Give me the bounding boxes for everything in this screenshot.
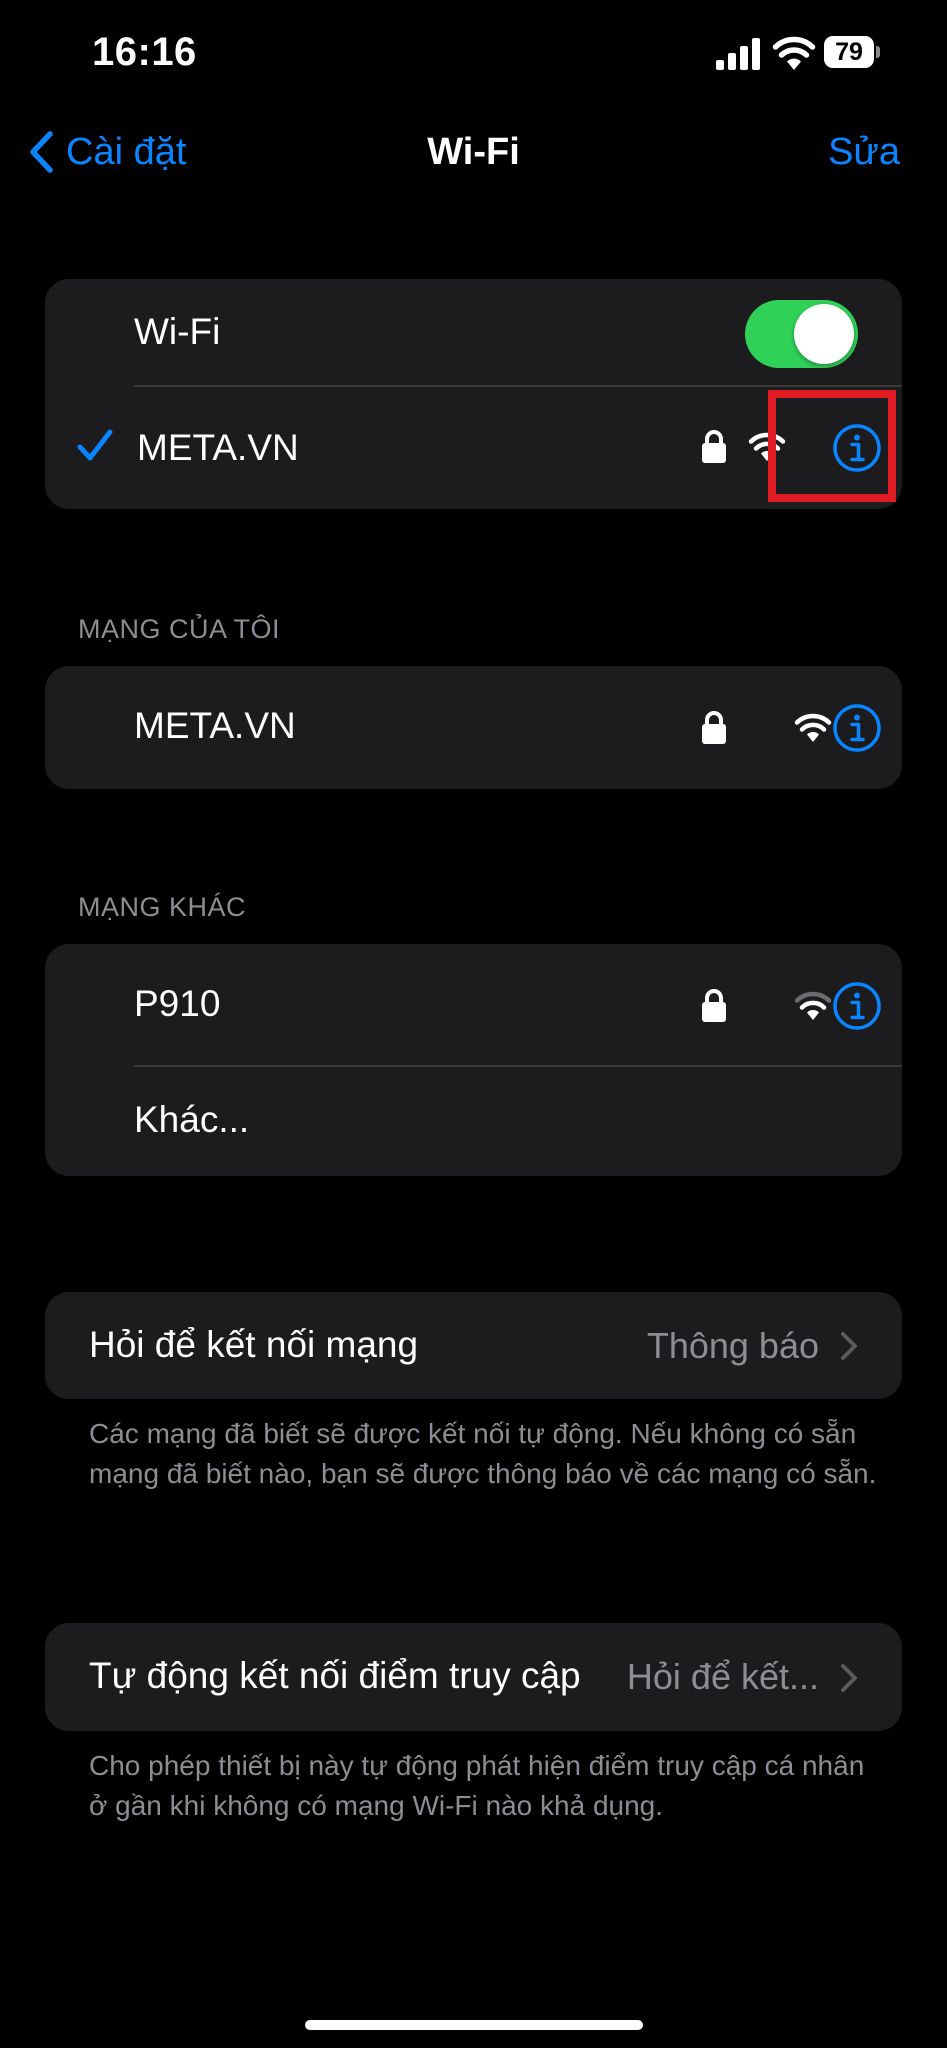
auto-join-hotspot-value: Hỏi để kết... <box>626 1656 819 1697</box>
auto-join-hotspot-row[interactable]: Tự động kết nối điểm truy cập Hỏi để kết… <box>45 1623 902 1731</box>
checkmark-icon <box>77 429 113 461</box>
back-button-label: Cài đặt <box>66 130 187 173</box>
network-name: META.VN <box>134 705 296 746</box>
wifi-status-icon <box>772 36 816 70</box>
wifi-toggle-row: Wi-Fi <box>45 279 902 389</box>
auto-join-hotspot-footnote: Cho phép thiết bị này tự động phát hiện … <box>89 1750 865 1821</box>
other-network-row[interactable]: Khác... <box>45 1067 902 1176</box>
chevron-left-icon <box>30 131 53 173</box>
my-networks-header: MẠNG CỦA TÔI <box>78 614 281 644</box>
status-time: 16:16 <box>92 30 197 74</box>
other-network-label: Khác... <box>134 1099 250 1140</box>
lock-icon <box>702 711 726 744</box>
wifi-signal-icon <box>794 991 832 1020</box>
ask-to-join-value: Thông báo <box>646 1325 819 1366</box>
network-row-meta[interactable]: META.VN <box>45 666 902 789</box>
other-networks-header: MẠNG KHÁC <box>78 892 247 922</box>
auto-join-hotspot-group: Tự động kết nối điểm truy cập Hỏi để kết… <box>45 1623 902 1731</box>
cellular-signal-icon <box>716 38 760 70</box>
edit-button[interactable]: Sửa <box>828 126 900 178</box>
ask-to-join-row[interactable]: Hỏi để kết nối mạng Thông báo <box>45 1292 902 1399</box>
wifi-signal-icon <box>794 713 832 742</box>
network-name: P910 <box>134 983 221 1024</box>
wifi-toggle-knob <box>794 304 854 364</box>
network-row-p910[interactable]: P910 <box>45 944 902 1065</box>
battery-icon: 79 <box>824 36 882 70</box>
my-networks-group: META.VN <box>45 666 902 789</box>
ask-to-join-group: Hỏi để kết nối mạng Thông báo <box>45 1292 902 1399</box>
auto-join-hotspot-label: Tự động kết nối điểm truy cập <box>89 1655 581 1696</box>
chevron-right-icon <box>841 1332 857 1360</box>
wifi-toggle[interactable] <box>745 300 858 368</box>
chevron-right-icon <box>841 1664 857 1692</box>
lock-icon <box>702 989 726 1022</box>
lock-icon <box>702 430 726 463</box>
other-networks-group: P910 Khác... <box>45 944 902 1176</box>
connected-network-name: META.VN <box>137 427 299 468</box>
back-button[interactable]: Cài đặt <box>28 126 186 178</box>
info-icon[interactable] <box>832 981 882 1031</box>
highlight-box <box>768 390 896 502</box>
ask-to-join-label: Hỏi để kết nối mạng <box>89 1324 419 1365</box>
battery-level: 79 <box>824 36 874 68</box>
home-indicator[interactable] <box>305 2020 643 2030</box>
wifi-toggle-label: Wi-Fi <box>134 311 221 352</box>
ask-to-join-footnote: Các mạng đã biết sẽ được kết nối tự động… <box>89 1418 877 1489</box>
info-icon[interactable] <box>832 703 882 753</box>
